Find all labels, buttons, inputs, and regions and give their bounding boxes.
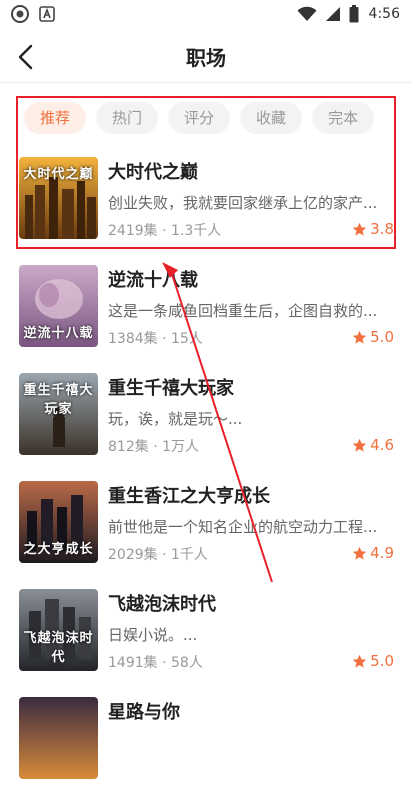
viewer-count: 1千人	[171, 547, 208, 563]
rating-value: 5.0	[370, 652, 394, 670]
star-icon	[352, 222, 367, 236]
tab-completed[interactable]: 完本	[312, 102, 375, 134]
book-meta: 2419集 · 1.3千人	[108, 220, 221, 240]
book-item[interactable]: 逆流十八载 逆流十八载 这是一条咸鱼回档重生后，企图自救的... 1384集 ·…	[0, 258, 412, 354]
book-rating: 5.0	[352, 652, 394, 670]
star-icon	[352, 654, 367, 668]
book-title: 星路与你	[108, 702, 180, 723]
book-title: 重生千禧大玩家	[108, 378, 234, 399]
star-icon	[352, 546, 367, 560]
book-item[interactable]: 重生千禧大玩家 重生千禧大玩家 玩，诶，就是玩～... 812集 · 1万人 4…	[0, 366, 412, 462]
meta-separator: ·	[162, 547, 167, 563]
episode-count: 812集	[108, 439, 149, 455]
book-title: 重生香江之大亨成长	[108, 486, 270, 507]
tab-recommended[interactable]: 推荐	[24, 102, 87, 134]
rating-value: 4.6	[370, 436, 394, 454]
cover-title: 重生千禧大玩家	[23, 383, 94, 417]
book-meta: 1384集 · 15人	[108, 328, 203, 348]
cover-title: 飞越泡沫时代	[23, 631, 94, 665]
book-title: 大时代之巅	[108, 162, 198, 183]
star-icon	[352, 330, 367, 344]
episode-count: 2419集	[108, 223, 158, 239]
book-rating: 5.0	[352, 328, 394, 346]
viewer-count: 58人	[171, 655, 203, 671]
cover-title: 之大亨成长	[23, 542, 94, 557]
meta-separator: ·	[162, 331, 167, 347]
book-rating: 4.6	[352, 436, 394, 454]
viewer-count: 1.3千人	[171, 223, 222, 239]
book-cover	[19, 697, 98, 779]
book-meta: 1491集 · 58人	[108, 652, 203, 672]
book-title: 飞越泡沫时代	[108, 594, 216, 615]
app-bar: 职场	[0, 30, 412, 83]
battery-icon	[349, 5, 359, 23]
viewer-count: 15人	[171, 331, 203, 347]
book-meta: 812集 · 1万人	[108, 436, 199, 456]
star-icon	[352, 438, 367, 452]
meta-separator: ·	[162, 223, 167, 239]
book-meta: 2029集 · 1千人	[108, 544, 208, 564]
cover-title: 大时代之巅	[23, 167, 94, 182]
book-description: 日娱小说。...	[108, 626, 198, 644]
book-cover: 之大亨成长	[19, 481, 98, 563]
book-description: 玩，诶，就是玩～...	[108, 410, 243, 428]
book-item[interactable]: 大时代之巅 大时代之巅 创业失败，我就要回家继承上亿的家产... 2419集 ·…	[0, 150, 412, 246]
status-bar: 4:56	[0, 0, 412, 30]
signal-icon	[325, 7, 340, 21]
book-item[interactable]: 之大亨成长 重生香江之大亨成长 前世他是一个知名企业的航空动力工程... 202…	[0, 474, 412, 570]
book-cover: 飞越泡沫时代	[19, 589, 98, 671]
tab-hot[interactable]: 热门	[96, 102, 159, 134]
rating-value: 4.9	[370, 544, 394, 562]
episode-count: 2029集	[108, 547, 158, 563]
status-time: 4:56	[368, 6, 400, 22]
tab-rating[interactable]: 评分	[168, 102, 231, 134]
meta-separator: ·	[153, 439, 158, 455]
book-description: 创业失败，我就要回家继承上亿的家产...	[108, 194, 378, 212]
book-cover: 大时代之巅	[19, 157, 98, 239]
episode-count: 1384集	[108, 331, 158, 347]
rating-value: 5.0	[370, 328, 394, 346]
book-rating: 3.8	[352, 220, 394, 238]
viewer-count: 1万人	[162, 439, 200, 455]
wifi-icon	[297, 6, 317, 21]
episode-count: 1491集	[108, 655, 158, 671]
book-cover: 重生千禧大玩家	[19, 373, 98, 455]
filter-tabs: 推荐 热门 评分 收藏 完本	[24, 102, 375, 134]
book-cover: 逆流十八载	[19, 265, 98, 347]
book-rating: 4.9	[352, 544, 394, 562]
book-item[interactable]: 星路与你	[0, 690, 412, 786]
book-item[interactable]: 飞越泡沫时代 飞越泡沫时代 日娱小说。... 1491集 · 58人 5.0	[0, 582, 412, 678]
cover-title: 逆流十八载	[23, 326, 94, 341]
book-title: 逆流十八载	[108, 270, 198, 291]
rating-value: 3.8	[370, 220, 394, 238]
font-icon	[39, 6, 55, 22]
meta-separator: ·	[162, 655, 167, 671]
tab-favorites[interactable]: 收藏	[240, 102, 303, 134]
book-description: 前世他是一个知名企业的航空动力工程...	[108, 518, 378, 536]
book-description: 这是一条咸鱼回档重生后，企图自救的...	[108, 302, 378, 320]
page-title: 职场	[186, 46, 226, 70]
app-icon	[11, 5, 29, 23]
